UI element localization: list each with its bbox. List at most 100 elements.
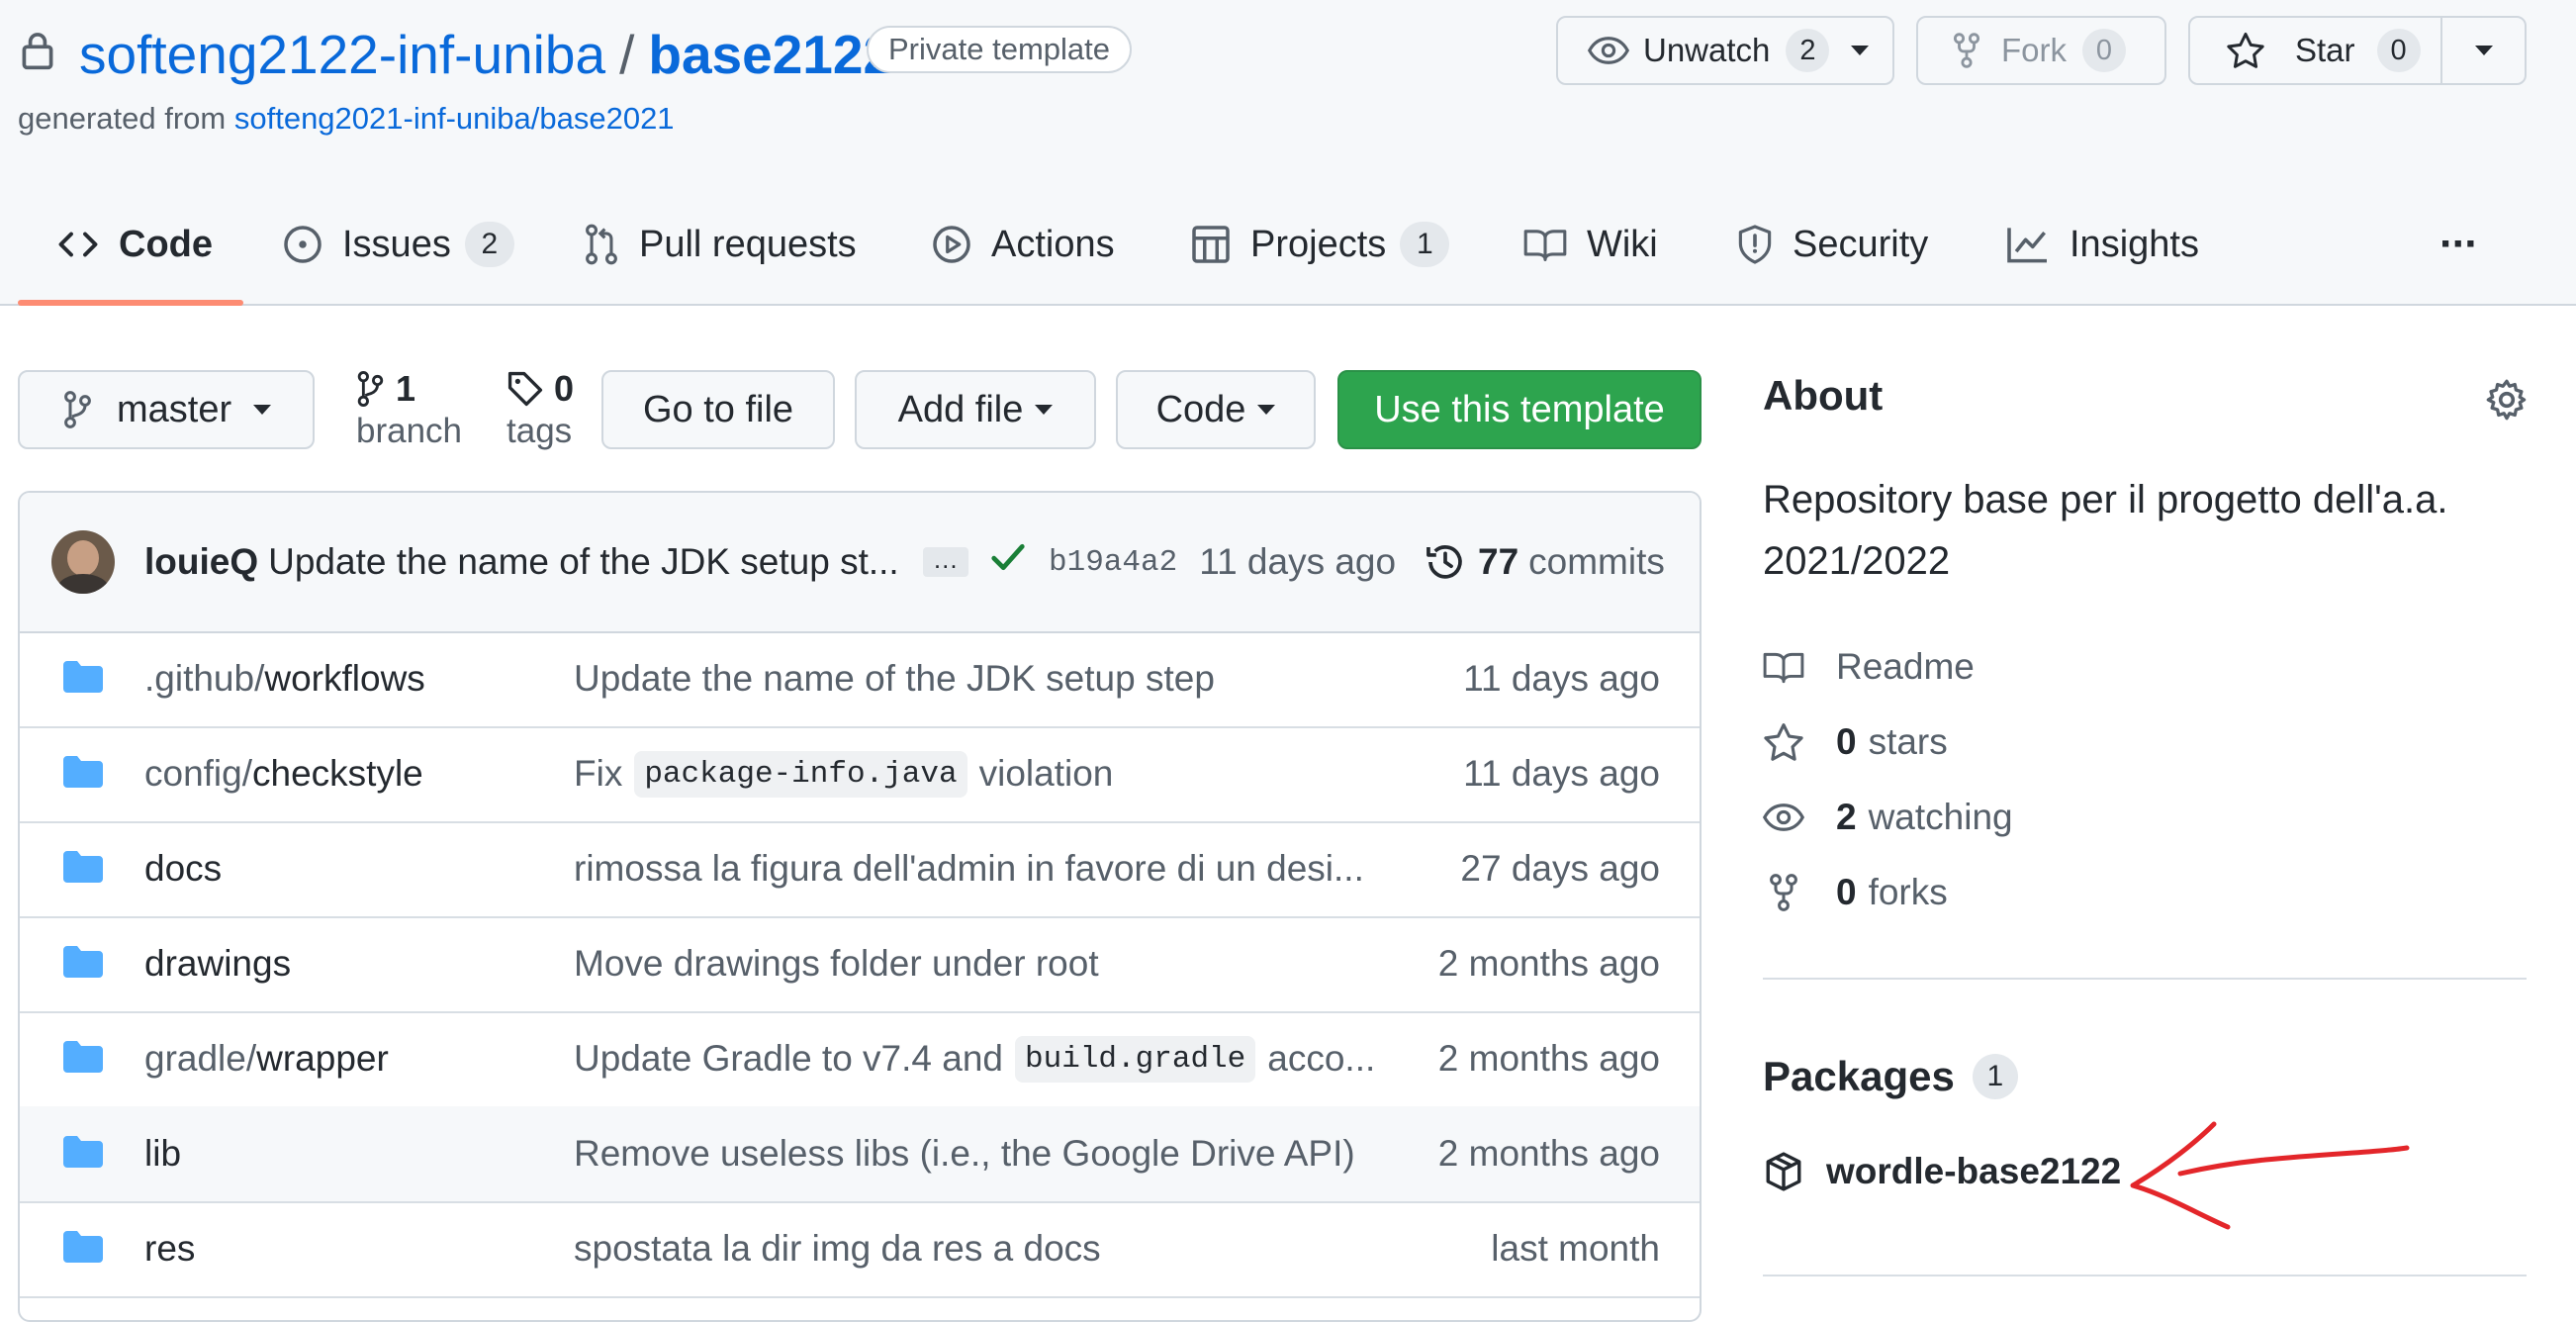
- file-commit-message[interactable]: Update Gradle to v7.4 and build.gradle acc…: [574, 1011, 1375, 1106]
- tab-issues[interactable]: Issues 2: [283, 210, 514, 279]
- tab-projects-label: Projects: [1250, 223, 1387, 265]
- forks-link[interactable]: 0 forks: [1763, 863, 1948, 922]
- tag-label: tags: [506, 412, 573, 450]
- issues-count: 2: [464, 222, 514, 267]
- stars-label: stars: [1868, 721, 1948, 762]
- repo-name-link[interactable]: base2122: [648, 23, 893, 86]
- lock-icon: [18, 30, 57, 71]
- commit-author[interactable]: louieQ: [144, 541, 258, 583]
- use-this-template-button[interactable]: Use this template: [1337, 370, 1702, 449]
- file-commit-message[interactable]: rimossa la figura dell'admin in favore d…: [574, 821, 1364, 916]
- file-commit-age: 2 months ago: [1437, 1038, 1660, 1079]
- commit-message[interactable]: Update the name of the JDK setup st...: [268, 541, 899, 583]
- fork-button[interactable]: Fork 0: [1916, 16, 2166, 85]
- file-name-link[interactable]: docs: [144, 821, 222, 916]
- package-name: wordle-base2122: [1826, 1151, 2122, 1191]
- folder-icon: [61, 849, 105, 885]
- file-path-prefix: gradle/: [144, 1038, 257, 1079]
- tab-actions[interactable]: Actions: [932, 210, 1115, 279]
- code-icon: [57, 230, 99, 259]
- star-list-dropdown[interactable]: [2440, 16, 2527, 85]
- tab-projects[interactable]: Projects 1: [1191, 210, 1450, 279]
- branch-icon: [63, 390, 91, 429]
- branch-select-button[interactable]: master: [18, 370, 315, 449]
- tab-issues-label: Issues: [342, 223, 451, 265]
- packages-heading[interactable]: Packages 1: [1763, 1047, 2018, 1106]
- gear-icon[interactable]: [2485, 378, 2529, 422]
- branch-name: master: [117, 388, 232, 430]
- commit-message-text: Fix: [574, 753, 623, 794]
- tab-security[interactable]: Security: [1737, 210, 1928, 279]
- branches-link[interactable]: 1 branch: [356, 368, 462, 457]
- file-name-link[interactable]: gradle/wrapper: [144, 1011, 389, 1106]
- stars-count: 0: [1836, 721, 1857, 762]
- file-row[interactable]: .github/workflows Update the name of the …: [20, 631, 1700, 728]
- file-name-link[interactable]: config/checkstyle: [144, 726, 423, 821]
- star-icon: [2226, 32, 2265, 69]
- active-tab-indicator: [18, 300, 243, 306]
- tab-wiki-label: Wiki: [1587, 223, 1658, 265]
- folder-icon: [61, 754, 105, 790]
- unwatch-button[interactable]: Unwatch 2: [1556, 16, 1894, 85]
- file-row[interactable]: res spostata la dir img da res a docs last…: [20, 1201, 1700, 1298]
- branch-count: 1: [396, 368, 416, 409]
- check-icon: [989, 538, 1027, 576]
- file-name-link[interactable]: res: [144, 1201, 195, 1296]
- file-commit-message[interactable]: Remove useless libs (i.e., the Google Dr…: [574, 1106, 1355, 1201]
- file-name-link[interactable]: lib: [144, 1106, 181, 1201]
- project-icon: [1191, 225, 1231, 264]
- commit-expand-button[interactable]: …: [922, 546, 968, 577]
- fork-count: 0: [2082, 29, 2126, 72]
- tab-insights[interactable]: Insights: [2006, 210, 2199, 279]
- forks-count: 0: [1836, 872, 1857, 912]
- file-browser: louieQ Update the name of the JDK setup …: [18, 491, 1702, 1322]
- commits-link[interactable]: 77 commits: [1425, 493, 1665, 631]
- commit-sha[interactable]: b19a4a2: [1049, 545, 1177, 580]
- more-tabs-button[interactable]: ···: [2439, 210, 2479, 279]
- fork-label: Fork: [2001, 32, 2067, 68]
- file-commit-message[interactable]: Move drawings folder under root: [574, 916, 1099, 1011]
- avatar[interactable]: [51, 530, 115, 594]
- history-icon: [1425, 541, 1466, 583]
- file-row[interactable]: drawings Move drawings folder under root 2…: [20, 916, 1700, 1013]
- file-commit-age: 11 days ago: [1463, 658, 1660, 699]
- pull-request-icon: [584, 224, 619, 265]
- repo-owner-link[interactable]: softeng2122-inf-uniba: [79, 23, 605, 86]
- packages-count: 1: [1972, 1054, 2018, 1099]
- tab-wiki[interactable]: Wiki: [1523, 210, 1658, 279]
- file-name: wrapper: [256, 1038, 389, 1079]
- watchers-link[interactable]: 2 watching: [1763, 788, 2013, 847]
- file-commit-message[interactable]: spostata la dir img da res a docs: [574, 1201, 1101, 1296]
- generated-from-prefix: generated from: [18, 101, 227, 136]
- file-name: res: [144, 1228, 196, 1269]
- star-button[interactable]: Star 0: [2188, 16, 2442, 85]
- file-name-link[interactable]: drawings: [144, 916, 291, 1011]
- file-row[interactable]: gradle/wrapper Update Gradle to v7.4 and b…: [20, 1011, 1700, 1108]
- tags-link[interactable]: 0 tags: [506, 368, 574, 457]
- file-row[interactable]: config/checkstyle Fix package-info.java vio…: [20, 726, 1700, 823]
- package-item[interactable]: wordle-base2122: [1763, 1142, 2121, 1201]
- file-row[interactable]: lib Remove useless libs (i.e., the Google…: [20, 1106, 1700, 1203]
- stars-link[interactable]: 0 stars: [1763, 712, 1948, 772]
- commit-message-code: build.gradle: [1015, 1035, 1256, 1083]
- file-name-link[interactable]: .github/workflows: [144, 631, 425, 726]
- about-heading: About: [1763, 372, 1884, 419]
- chevron-down-icon: [1851, 46, 1870, 55]
- repo-title: softeng2122-inf-uniba / base2122: [79, 20, 893, 89]
- chevron-down-icon: [1257, 405, 1276, 415]
- code-dropdown-button[interactable]: Code: [1116, 370, 1316, 449]
- file-row[interactable]: docs rimossa la figura dell'admin in favo…: [20, 821, 1700, 918]
- tab-code[interactable]: Code: [57, 210, 213, 279]
- star-icon: [1763, 722, 1836, 762]
- go-to-file-button[interactable]: Go to file: [601, 370, 835, 449]
- tab-security-label: Security: [1793, 223, 1929, 265]
- file-commit-age: 2 months ago: [1437, 943, 1660, 984]
- issue-icon: [283, 225, 322, 264]
- add-file-button[interactable]: Add file: [855, 370, 1096, 449]
- template-source-link[interactable]: softeng2021-inf-uniba/base2021: [234, 101, 675, 136]
- file-commit-message[interactable]: Fix package-info.java violation: [574, 726, 1113, 821]
- graph-icon: [2006, 226, 2050, 263]
- file-commit-message[interactable]: Update the name of the JDK setup step: [574, 631, 1215, 726]
- tab-pull-requests[interactable]: Pull requests: [584, 210, 857, 279]
- readme-link[interactable]: Readme: [1763, 637, 1975, 697]
